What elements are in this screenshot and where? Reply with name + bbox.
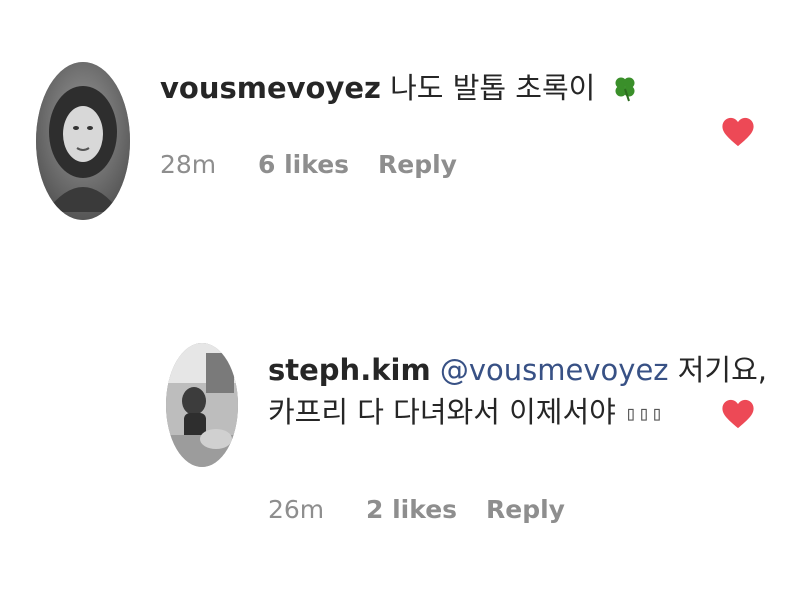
avatar[interactable] <box>36 62 130 220</box>
avatar[interactable] <box>166 343 238 467</box>
avatar-image <box>166 343 238 467</box>
avatar-image <box>36 62 130 220</box>
comment-text-line: vousmevoyez 나도 발톱 초록이 <box>160 68 639 108</box>
reply-button[interactable]: Reply <box>378 150 457 179</box>
reply-button[interactable]: Reply <box>486 495 565 524</box>
comment-time: 26m <box>268 495 325 524</box>
comment-meta: 28m 6 likes Reply <box>160 150 480 180</box>
comment-time: 28m <box>160 150 217 179</box>
heart-icon[interactable] <box>721 116 755 148</box>
heart-icon[interactable] <box>721 398 755 430</box>
comment-meta: 26m 2 likes Reply <box>268 495 588 525</box>
comment-text: 카프리 다 다녀와서 이제서야 <box>268 395 616 429</box>
comment-username[interactable]: steph.kim <box>268 353 431 387</box>
comment-text-line: steph.kim @vousmevoyez 저기요, <box>268 350 767 390</box>
comment-text: 나도 발톱 초록이 <box>390 71 596 105</box>
comment-text-line: 카프리 다 다녀와서 이제서야 ▯▯▯ <box>268 392 767 433</box>
missing-glyph-text: ▯▯▯ <box>625 401 665 425</box>
comment-username[interactable]: vousmevoyez <box>160 71 381 105</box>
comment-text: 저기요, <box>677 353 767 387</box>
four-leaf-clover-icon <box>615 77 635 102</box>
likes-count[interactable]: 6 likes <box>258 150 349 179</box>
mention-link[interactable]: @vousmevoyez <box>440 353 669 387</box>
likes-count[interactable]: 2 likes <box>366 495 457 524</box>
